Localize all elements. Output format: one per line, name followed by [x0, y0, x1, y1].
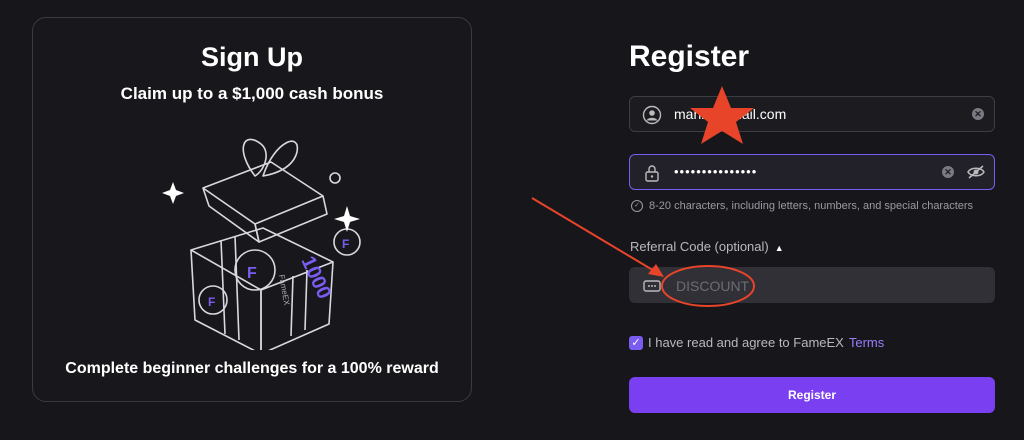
password-field[interactable]: ••••••••••••••• ✕ — [629, 154, 995, 190]
signup-promo-card: Sign Up Claim up to a $1,000 cash bonus — [32, 17, 472, 402]
agree-checkbox[interactable]: ✓ — [629, 335, 643, 350]
terms-link[interactable]: Terms — [849, 335, 884, 350]
gift-box-illustration: 1000 FameEX F F F — [162, 138, 361, 350]
caret-up-icon: ▲ — [774, 243, 784, 253]
sparkle-icon — [334, 206, 360, 232]
referral-code-input[interactable] — [674, 272, 928, 300]
email-field[interactable]: mani @gmail.com ✕ — [629, 96, 995, 132]
promo-title: Sign Up — [201, 42, 303, 72]
terms-agreement: ✓ I have read and agree to FameEX Terms — [629, 335, 884, 350]
clear-icon[interactable]: ✕ — [942, 166, 954, 178]
referral-toggle[interactable]: Referral Code (optional) ▲ — [630, 239, 784, 254]
clear-icon[interactable]: ✕ — [972, 108, 984, 120]
sparkle-icon — [162, 182, 184, 204]
agree-text: I have read and agree to FameEX — [648, 335, 844, 350]
eye-off-icon[interactable] — [966, 164, 986, 180]
coin-logo-icon: F — [247, 265, 257, 282]
password-hint: ✓ 8-20 characters, including letters, nu… — [631, 200, 973, 212]
password-value: ••••••••••••••• — [674, 164, 758, 179]
password-hint-text: 8-20 characters, including letters, numb… — [649, 200, 974, 212]
coin-logo-icon: F — [342, 237, 349, 251]
promo-subtitle: Claim up to a $1,000 cash bonus — [120, 84, 384, 103]
register-heading: Register — [629, 40, 750, 73]
ticket-icon — [643, 280, 661, 292]
promo-footer: Complete beginner challenges for a 100% … — [65, 360, 439, 377]
email-value: mani @gmail.com — [674, 106, 787, 122]
register-button[interactable]: Register — [629, 377, 995, 413]
referral-code-field[interactable] — [629, 267, 995, 303]
check-circle-icon: ✓ — [631, 200, 643, 212]
referral-label: Referral Code (optional) — [630, 239, 769, 254]
user-icon — [642, 105, 662, 125]
coin-logo-icon: F — [208, 295, 215, 309]
lock-icon — [645, 165, 659, 182]
